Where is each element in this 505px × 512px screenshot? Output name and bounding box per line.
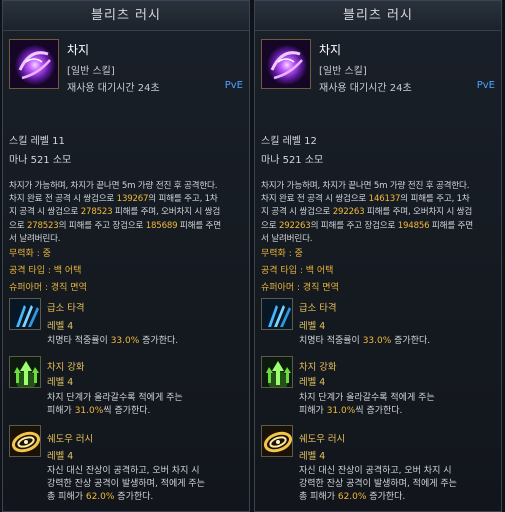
tripod-name: 급소 타격 bbox=[299, 303, 337, 314]
golden-swirl-icon bbox=[261, 425, 293, 457]
mana-cost: 마나 521 소모 bbox=[261, 155, 324, 166]
tripod-level: 레벨 4 bbox=[299, 321, 326, 332]
tooltip-header: 차지 [일반 스킬] 재사용 대기시간 24초 bbox=[3, 31, 249, 115]
tooltip-header: 차지 [일반 스킬] 재사용 대기시간 24초 bbox=[255, 31, 501, 115]
tripod-name: 쉐도우 러시 bbox=[299, 434, 346, 445]
tripod-name: 쉐도우 러시 bbox=[47, 434, 94, 445]
skill-name: 차지 bbox=[319, 43, 342, 57]
stat-super-armor: 슈퍼아머 : 경직 면역 bbox=[261, 283, 339, 293]
tripod-description: 치명타 적중률이 33.0% 증가한다. bbox=[47, 336, 179, 346]
claw-slash-icon bbox=[9, 298, 41, 330]
tripod-name: 차지 강화 bbox=[299, 362, 337, 373]
tripod-description: 자신 대신 잔상이 공격하고, 오버 차지 시 강력한 잔상 공격이 발생하며,… bbox=[47, 466, 205, 502]
tripod-level: 레벨 4 bbox=[47, 321, 74, 332]
skill-name: 차지 bbox=[67, 43, 90, 57]
skill-level: 스킬 레벨 11 bbox=[9, 136, 65, 147]
pve-tag: PvE bbox=[476, 80, 495, 91]
skill-level: 스킬 레벨 12 bbox=[261, 136, 317, 147]
green-arrows-up-icon bbox=[261, 356, 293, 388]
skill-type: [일반 스킬] bbox=[319, 66, 367, 77]
tripod-name: 급소 타격 bbox=[47, 303, 85, 314]
tripod-description: 자신 대신 잔상이 공격하고, 오버 차지 시 강력한 잔상 공격이 발생하며,… bbox=[299, 466, 457, 502]
stat-stagger: 무력화 : 중 bbox=[9, 249, 51, 259]
skill-description: 차지가 가능하며, 차지가 끝나면 5m 가량 전진 후 공격한다. 차지 완료… bbox=[9, 181, 221, 244]
tripod-level: 레벨 4 bbox=[299, 377, 326, 388]
tooltip-title: 블리츠 러시 bbox=[255, 1, 501, 31]
stat-super-armor: 슈퍼아머 : 경직 면역 bbox=[9, 283, 87, 293]
tripod-level: 레벨 4 bbox=[47, 377, 74, 388]
purple-vortex-icon bbox=[9, 39, 59, 89]
green-arrows-up-icon bbox=[9, 356, 41, 388]
tripod-description: 치명타 적중률이 33.0% 증가한다. bbox=[299, 336, 431, 346]
claw-slash-icon bbox=[261, 298, 293, 330]
stat-attack-type: 공격 타입 : 백 어택 bbox=[9, 266, 82, 276]
tripod-level: 레벨 4 bbox=[47, 451, 74, 462]
skill-type: [일반 스킬] bbox=[67, 66, 115, 77]
tripod-name: 차지 강화 bbox=[47, 362, 85, 373]
skill-tooltip-left: 블리츠 러시 차지 [일반 스킬] 재사용 대기시간 24초 PvE 스킬 레벨… bbox=[2, 0, 250, 512]
mana-cost: 마나 521 소모 bbox=[9, 155, 72, 166]
tripod-description: 차지 단계가 올라갈수록 적에게 주는 피해가 31.0%씩 증가한다. bbox=[299, 393, 435, 416]
golden-swirl-icon bbox=[9, 425, 41, 457]
stat-attack-type: 공격 타입 : 백 어택 bbox=[261, 266, 334, 276]
skill-cooldown: 재사용 대기시간 24초 bbox=[67, 83, 160, 94]
pve-tag: PvE bbox=[224, 80, 243, 91]
skill-cooldown: 재사용 대기시간 24초 bbox=[319, 83, 412, 94]
skill-tooltip-right: 블리츠 러시 차지 [일반 스킬] 재사용 대기시간 24초 PvE 스킬 레벨… bbox=[254, 0, 502, 512]
stat-stagger: 무력화 : 중 bbox=[261, 249, 303, 259]
tooltip-title: 블리츠 러시 bbox=[3, 1, 249, 31]
tripod-level: 레벨 4 bbox=[299, 451, 326, 462]
skill-description: 차지가 가능하며, 차지가 끝나면 5m 가량 전진 후 공격한다. 차지 완료… bbox=[261, 181, 473, 244]
tripod-description: 차지 단계가 올라갈수록 적에게 주는 피해가 31.0%씩 증가한다. bbox=[47, 393, 183, 416]
purple-vortex-icon bbox=[261, 39, 311, 89]
